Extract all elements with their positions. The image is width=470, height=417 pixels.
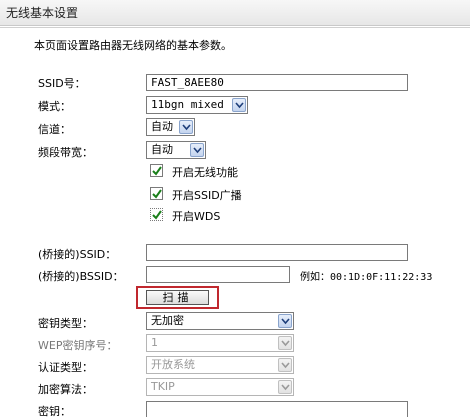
- channel-label: 信道：: [38, 123, 71, 136]
- bandwidth-select[interactable]: 自动: [146, 141, 206, 159]
- chevron-down-icon: [278, 358, 292, 372]
- auth-type-label: 认证类型：: [38, 361, 93, 374]
- channel-value: 自动: [151, 120, 173, 133]
- chevron-down-icon: [190, 143, 204, 157]
- page-description: 本页面设置路由器无线网络的基本参数。: [34, 39, 232, 52]
- encryption-label: 加密算法：: [38, 383, 93, 396]
- chevron-down-icon: [278, 380, 292, 394]
- key-type-label: 密钥类型：: [38, 317, 93, 330]
- chevron-down-icon: [232, 98, 246, 112]
- ssid-label: SSID号：: [38, 77, 86, 90]
- bssid-example-hint: 例如：00:1D:0F:11:22:33: [300, 272, 433, 283]
- wep-index-value: 1: [151, 336, 158, 349]
- channel-select[interactable]: 自动: [146, 118, 195, 136]
- key-type-select[interactable]: 无加密: [146, 312, 294, 330]
- ssid-broadcast-checkbox[interactable]: [150, 187, 163, 200]
- page-header: 无线基本设置: [0, 0, 470, 26]
- key-input[interactable]: [146, 401, 408, 417]
- key-type-value: 无加密: [151, 314, 184, 327]
- auth-type-value: 开放系统: [151, 358, 195, 371]
- wds-enable-checkbox[interactable]: [150, 208, 163, 221]
- bandwidth-value: 自动: [151, 143, 173, 156]
- ssid-input[interactable]: FAST_8AEE80: [146, 74, 408, 91]
- bridge-ssid-label: (桥接的)SSID：: [38, 248, 117, 261]
- encryption-select[interactable]: TKIP: [146, 378, 294, 396]
- chevron-down-icon: [278, 336, 292, 350]
- wireless-enable-label: 开启无线功能: [172, 166, 238, 179]
- wep-index-label: WEP密钥序号：: [38, 339, 118, 352]
- bridge-bssid-input[interactable]: [146, 266, 290, 283]
- page-title: 无线基本设置: [6, 6, 79, 20]
- auth-type-select[interactable]: 开放系统: [146, 356, 294, 374]
- mode-select[interactable]: 11bgn mixed: [146, 96, 248, 114]
- scan-button-highlight: 扫描: [136, 286, 219, 309]
- chevron-down-icon: [278, 314, 292, 328]
- key-label: 密钥：: [38, 405, 71, 417]
- divider: [0, 27, 470, 28]
- scan-button[interactable]: 扫描: [146, 290, 209, 305]
- wireless-enable-checkbox[interactable]: [150, 164, 163, 177]
- chevron-down-icon: [179, 120, 193, 134]
- encryption-value: TKIP: [151, 380, 175, 393]
- bridge-bssid-label: (桥接的)BSSID：: [38, 270, 124, 283]
- mode-label: 模式：: [38, 100, 71, 113]
- wep-index-select[interactable]: 1: [146, 334, 294, 352]
- bandwidth-label: 频段带宽：: [38, 146, 93, 159]
- mode-value: 11bgn mixed: [151, 98, 224, 111]
- bridge-ssid-input[interactable]: [146, 244, 408, 261]
- ssid-broadcast-label: 开启SSID广播: [172, 189, 242, 202]
- wds-enable-label: 开启WDS: [172, 210, 221, 223]
